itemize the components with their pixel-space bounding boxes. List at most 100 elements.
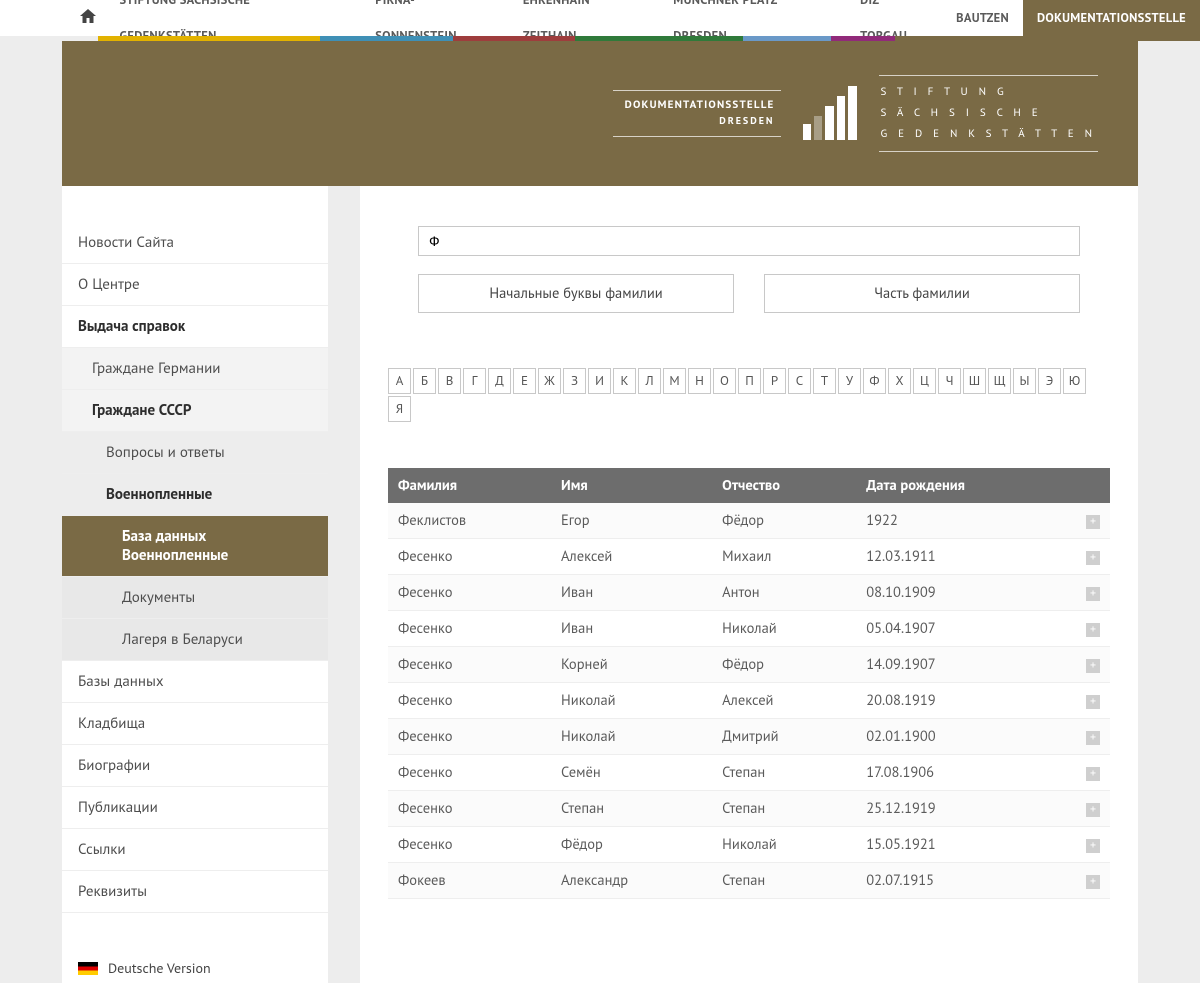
expand-icon[interactable]: + bbox=[1086, 551, 1100, 565]
cell-patronymic: Антон bbox=[712, 575, 856, 611]
letter-В[interactable]: В bbox=[438, 368, 461, 394]
letter-Т[interactable]: Т bbox=[813, 368, 836, 394]
cell-name: Семён bbox=[551, 755, 712, 791]
header-banner: DOKUMENTATIONSSTELLE DRESDEN S T I F T U… bbox=[62, 41, 1138, 186]
letter-Г[interactable]: Г bbox=[463, 368, 486, 394]
letter-Ш[interactable]: Ш bbox=[963, 368, 986, 394]
table-row: ФокеевАлександрСтепан02.07.1915+ bbox=[388, 863, 1110, 899]
letter-Ц[interactable]: Ц bbox=[913, 368, 936, 394]
expand-icon[interactable]: + bbox=[1086, 731, 1100, 745]
letter-О[interactable]: О bbox=[713, 368, 736, 394]
cell-name: Степан bbox=[551, 791, 712, 827]
content-area: Начальные буквы фамилии Часть фамилии АБ… bbox=[360, 186, 1138, 983]
expand-icon[interactable]: + bbox=[1086, 839, 1100, 853]
cell-surname: Фесенко bbox=[388, 647, 551, 683]
sidebar-item[interactable]: Публикации bbox=[62, 787, 328, 829]
cell-patronymic: Николай bbox=[712, 611, 856, 647]
letter-Щ[interactable]: Щ bbox=[988, 368, 1011, 394]
sidebar-item[interactable]: Документы bbox=[62, 577, 328, 619]
logo1-line2: DRESDEN bbox=[625, 113, 775, 128]
letter-Ы[interactable]: Ы bbox=[1013, 368, 1036, 394]
sidebar-item[interactable]: База данных Военнопленные bbox=[62, 516, 328, 577]
letter-М[interactable]: М bbox=[663, 368, 686, 394]
letter-А[interactable]: А bbox=[388, 368, 411, 394]
table-row: ФесенкоСтепанСтепан25.12.1919+ bbox=[388, 791, 1110, 827]
sidebar-item[interactable]: Выдача справок bbox=[62, 306, 328, 348]
letter-Е[interactable]: Е bbox=[513, 368, 536, 394]
results-table: Фамилия Имя Отчество Дата рождения Фекли… bbox=[388, 468, 1110, 899]
expand-icon[interactable]: + bbox=[1086, 623, 1100, 637]
cell-patronymic: Степан bbox=[712, 863, 856, 899]
sidebar-item[interactable]: Граждане СССР bbox=[62, 390, 328, 432]
letter-Л[interactable]: Л bbox=[638, 368, 661, 394]
letter-Ж[interactable]: Ж bbox=[538, 368, 561, 394]
nav-dokustelle[interactable]: DOKUMENTATIONSSTELLE bbox=[1023, 0, 1200, 36]
cell-dob: 12.03.1911 bbox=[856, 539, 1076, 575]
cell-patronymic: Алексей bbox=[712, 683, 856, 719]
letter-Р[interactable]: Р bbox=[763, 368, 786, 394]
surname-input[interactable] bbox=[418, 226, 1080, 256]
nav-bautzen[interactable]: BAUTZEN bbox=[942, 0, 1023, 36]
expand-icon[interactable]: + bbox=[1086, 767, 1100, 781]
expand-icon[interactable]: + bbox=[1086, 695, 1100, 709]
btn-initials[interactable]: Начальные буквы фамилии bbox=[418, 274, 734, 313]
table-row: ФесенкоФёдорНиколай15.05.1921+ bbox=[388, 827, 1110, 863]
cell-surname: Фесенко bbox=[388, 719, 551, 755]
letter-Х[interactable]: Х bbox=[888, 368, 911, 394]
table-row: ФесенкоНиколайАлексей20.08.1919+ bbox=[388, 683, 1110, 719]
table-row: ФесенкоИванНиколай05.04.1907+ bbox=[388, 611, 1110, 647]
cell-dob: 08.10.1909 bbox=[856, 575, 1076, 611]
cell-surname: Фесенко bbox=[388, 539, 551, 575]
sidebar-item[interactable]: Военнопленные bbox=[62, 474, 328, 516]
letter-И[interactable]: И bbox=[588, 368, 611, 394]
letter-Я[interactable]: Я bbox=[388, 396, 411, 422]
letter-У[interactable]: У bbox=[838, 368, 861, 394]
table-row: ФесенкоКорнейФёдор14.09.1907+ bbox=[388, 647, 1110, 683]
cell-patronymic: Николай bbox=[712, 827, 856, 863]
letter-Б[interactable]: Б bbox=[413, 368, 436, 394]
cell-dob: 1922 bbox=[856, 503, 1076, 539]
btn-part[interactable]: Часть фамилии bbox=[764, 274, 1080, 313]
sidebar-item[interactable]: Лагеря в Беларуси bbox=[62, 619, 328, 661]
sidebar-item[interactable]: Биографии bbox=[62, 745, 328, 787]
top-nav: STIFTUNG SÄCHSISCHE GEDENKSTÄTTEN PIRNA-… bbox=[0, 0, 1200, 36]
lang-de[interactable]: Deutsche Version bbox=[62, 953, 328, 983]
sidebar-item[interactable]: Реквизиты bbox=[62, 871, 328, 913]
letter-Ч[interactable]: Ч bbox=[938, 368, 961, 394]
cell-dob: 14.09.1907 bbox=[856, 647, 1076, 683]
cell-dob: 17.08.1906 bbox=[856, 755, 1076, 791]
letter-К[interactable]: К bbox=[613, 368, 636, 394]
sidebar-item[interactable]: О Центре bbox=[62, 264, 328, 306]
sidebar-item[interactable]: Базы данных bbox=[62, 661, 328, 703]
expand-icon[interactable]: + bbox=[1086, 587, 1100, 601]
cell-name: Алексей bbox=[551, 539, 712, 575]
cell-dob: 25.12.1919 bbox=[856, 791, 1076, 827]
letter-З[interactable]: З bbox=[563, 368, 586, 394]
expand-icon[interactable]: + bbox=[1086, 803, 1100, 817]
sidebar-item[interactable]: Кладбища bbox=[62, 703, 328, 745]
letter-Н[interactable]: Н bbox=[688, 368, 711, 394]
home-icon[interactable] bbox=[70, 8, 105, 28]
lang-de-label: Deutsche Version bbox=[108, 959, 211, 977]
letter-Ю[interactable]: Ю bbox=[1063, 368, 1086, 394]
col-surname: Фамилия bbox=[388, 468, 551, 503]
cell-surname: Фесенко bbox=[388, 755, 551, 791]
letter-Э[interactable]: Э bbox=[1038, 368, 1061, 394]
cell-dob: 05.04.1907 bbox=[856, 611, 1076, 647]
col-patronymic: Отчество bbox=[712, 468, 856, 503]
expand-icon[interactable]: + bbox=[1086, 515, 1100, 529]
logo1-line1: DOKUMENTATIONSSTELLE bbox=[625, 97, 775, 114]
sidebar-item[interactable]: Новости Сайта bbox=[62, 222, 328, 264]
letter-Д[interactable]: Д bbox=[488, 368, 511, 394]
sidebar-item[interactable]: Вопросы и ответы bbox=[62, 432, 328, 474]
cell-dob: 20.08.1919 bbox=[856, 683, 1076, 719]
expand-icon[interactable]: + bbox=[1086, 875, 1100, 889]
letter-С[interactable]: С bbox=[788, 368, 811, 394]
sidebar-item[interactable]: Граждане Германии bbox=[62, 348, 328, 390]
letter-П[interactable]: П bbox=[738, 368, 761, 394]
sidebar-item[interactable]: Ссылки bbox=[62, 829, 328, 871]
expand-icon[interactable]: + bbox=[1086, 659, 1100, 673]
letter-Ф[interactable]: Ф bbox=[863, 368, 886, 394]
table-row: ФесенкоНиколайДмитрий02.01.1900+ bbox=[388, 719, 1110, 755]
table-row: ФесенкоСемёнСтепан17.08.1906+ bbox=[388, 755, 1110, 791]
